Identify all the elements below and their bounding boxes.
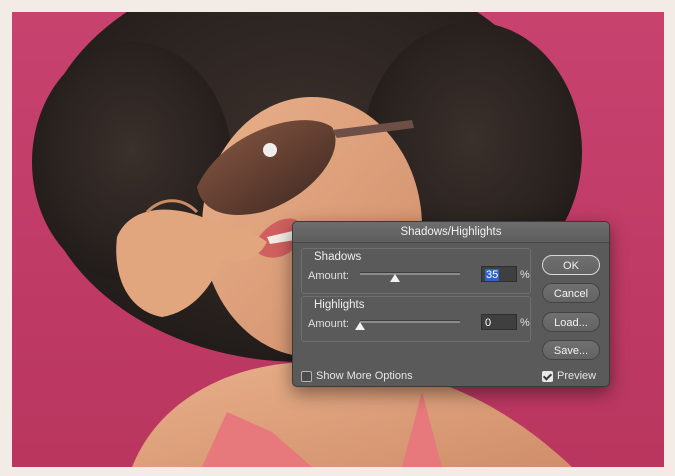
shadows-highlights-dialog: Shadows/Highlights Shadows Amount: 35 % … [292, 221, 610, 387]
highlights-group: Highlights Amount: 0 % [301, 296, 531, 342]
highlights-slider-thumb[interactable] [355, 322, 365, 330]
preview-label: Preview [557, 370, 597, 382]
load-button[interactable]: Load... [542, 312, 600, 332]
shadows-title: Shadows [314, 251, 362, 263]
highlights-title: Highlights [314, 299, 365, 311]
shadows-slider-thumb[interactable] [390, 274, 400, 282]
highlights-amount-slider[interactable] [360, 320, 460, 323]
show-more-options-label: Show More Options [316, 370, 413, 382]
save-button[interactable]: Save... [542, 340, 600, 360]
shadows-amount-value: 35 [485, 269, 500, 281]
show-more-options-row[interactable]: Show More Options [301, 370, 413, 382]
highlights-percent-unit: % [520, 317, 530, 329]
highlights-amount-label: Amount: [308, 318, 349, 330]
ok-button[interactable]: OK [542, 255, 600, 275]
preview-checkbox[interactable] [542, 370, 553, 382]
shadows-amount-input[interactable]: 35 [481, 266, 517, 282]
cancel-button[interactable]: Cancel [542, 283, 600, 303]
shadows-percent-unit: % [520, 269, 530, 281]
highlights-amount-value: 0 [485, 317, 492, 329]
shadows-group: Shadows Amount: 35 % [301, 248, 531, 294]
highlights-amount-input[interactable]: 0 [481, 314, 517, 330]
show-more-options-checkbox[interactable] [301, 370, 312, 382]
shadows-amount-label: Amount: [308, 270, 349, 282]
dialog-title: Shadows/Highlights [293, 222, 609, 243]
shadows-amount-slider[interactable] [360, 272, 460, 275]
preview-row[interactable]: Preview [542, 370, 596, 382]
